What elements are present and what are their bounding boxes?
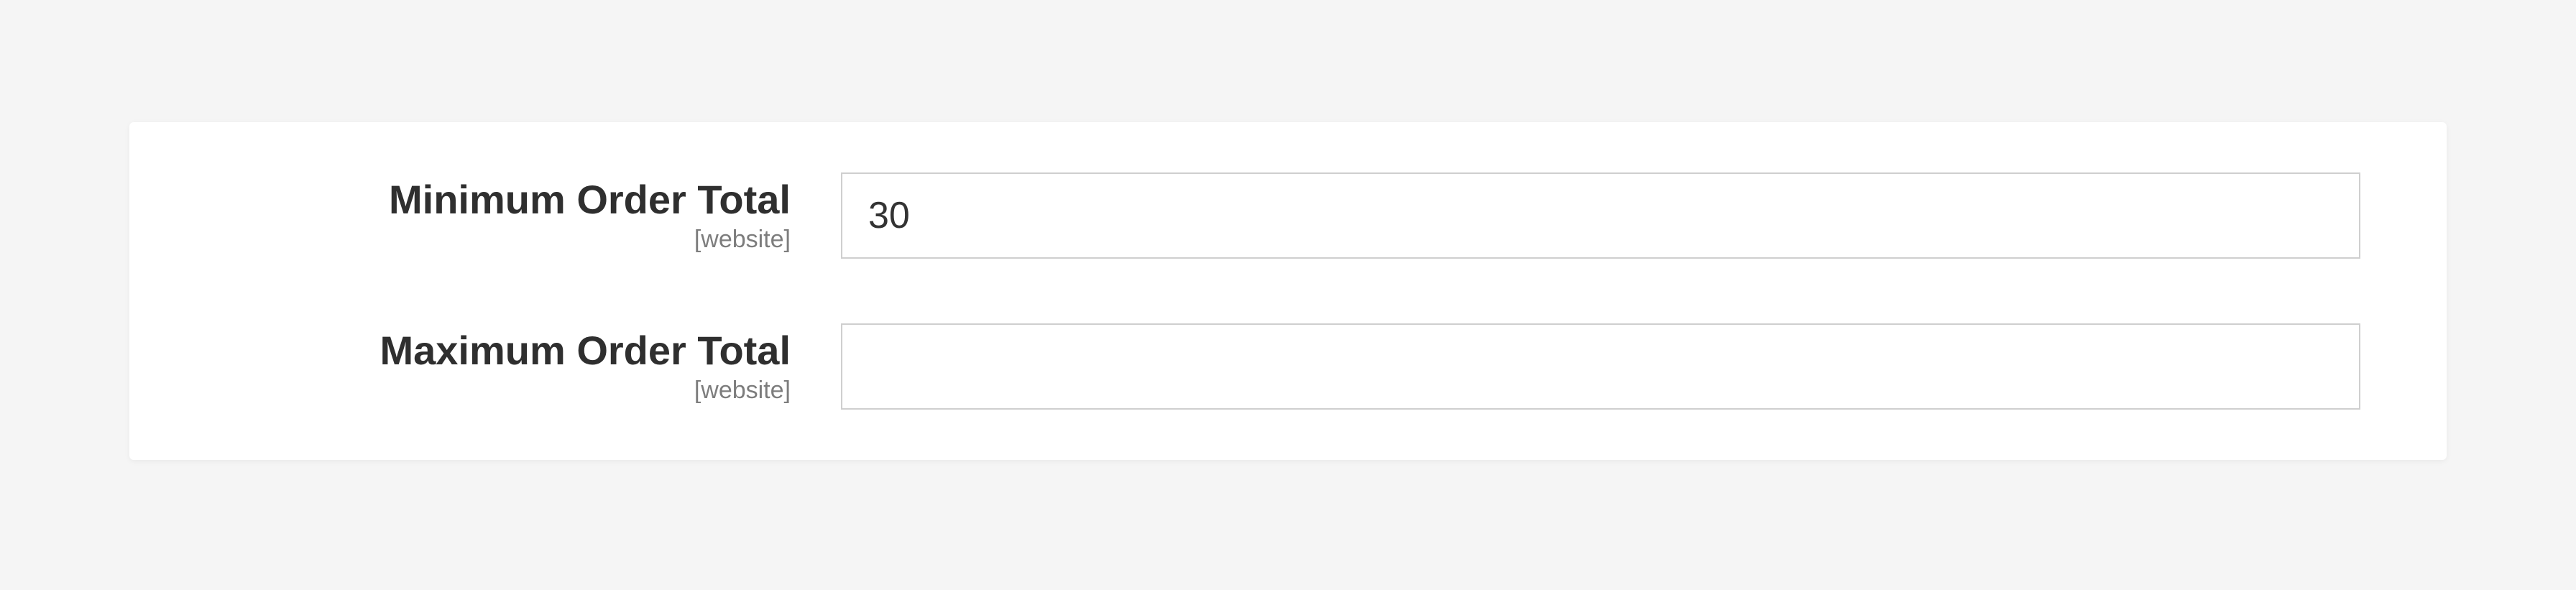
maximum-order-total-input[interactable] [841, 323, 2360, 410]
input-column [841, 323, 2360, 410]
maximum-order-total-label: Maximum Order Total [216, 328, 791, 374]
input-column [841, 172, 2360, 259]
maximum-order-total-scope: [website] [216, 377, 791, 405]
minimum-order-total-label: Minimum Order Total [216, 177, 791, 223]
label-column: Maximum Order Total [website] [216, 323, 841, 405]
maximum-order-total-row: Maximum Order Total [website] [216, 323, 2360, 410]
label-column: Minimum Order Total [website] [216, 172, 841, 254]
page-frame: Minimum Order Total [website] Maximum Or… [0, 0, 2576, 590]
minimum-order-total-input[interactable] [841, 172, 2360, 259]
minimum-order-total-scope: [website] [216, 226, 791, 254]
config-card: Minimum Order Total [website] Maximum Or… [129, 122, 2447, 460]
minimum-order-total-row: Minimum Order Total [website] [216, 172, 2360, 259]
